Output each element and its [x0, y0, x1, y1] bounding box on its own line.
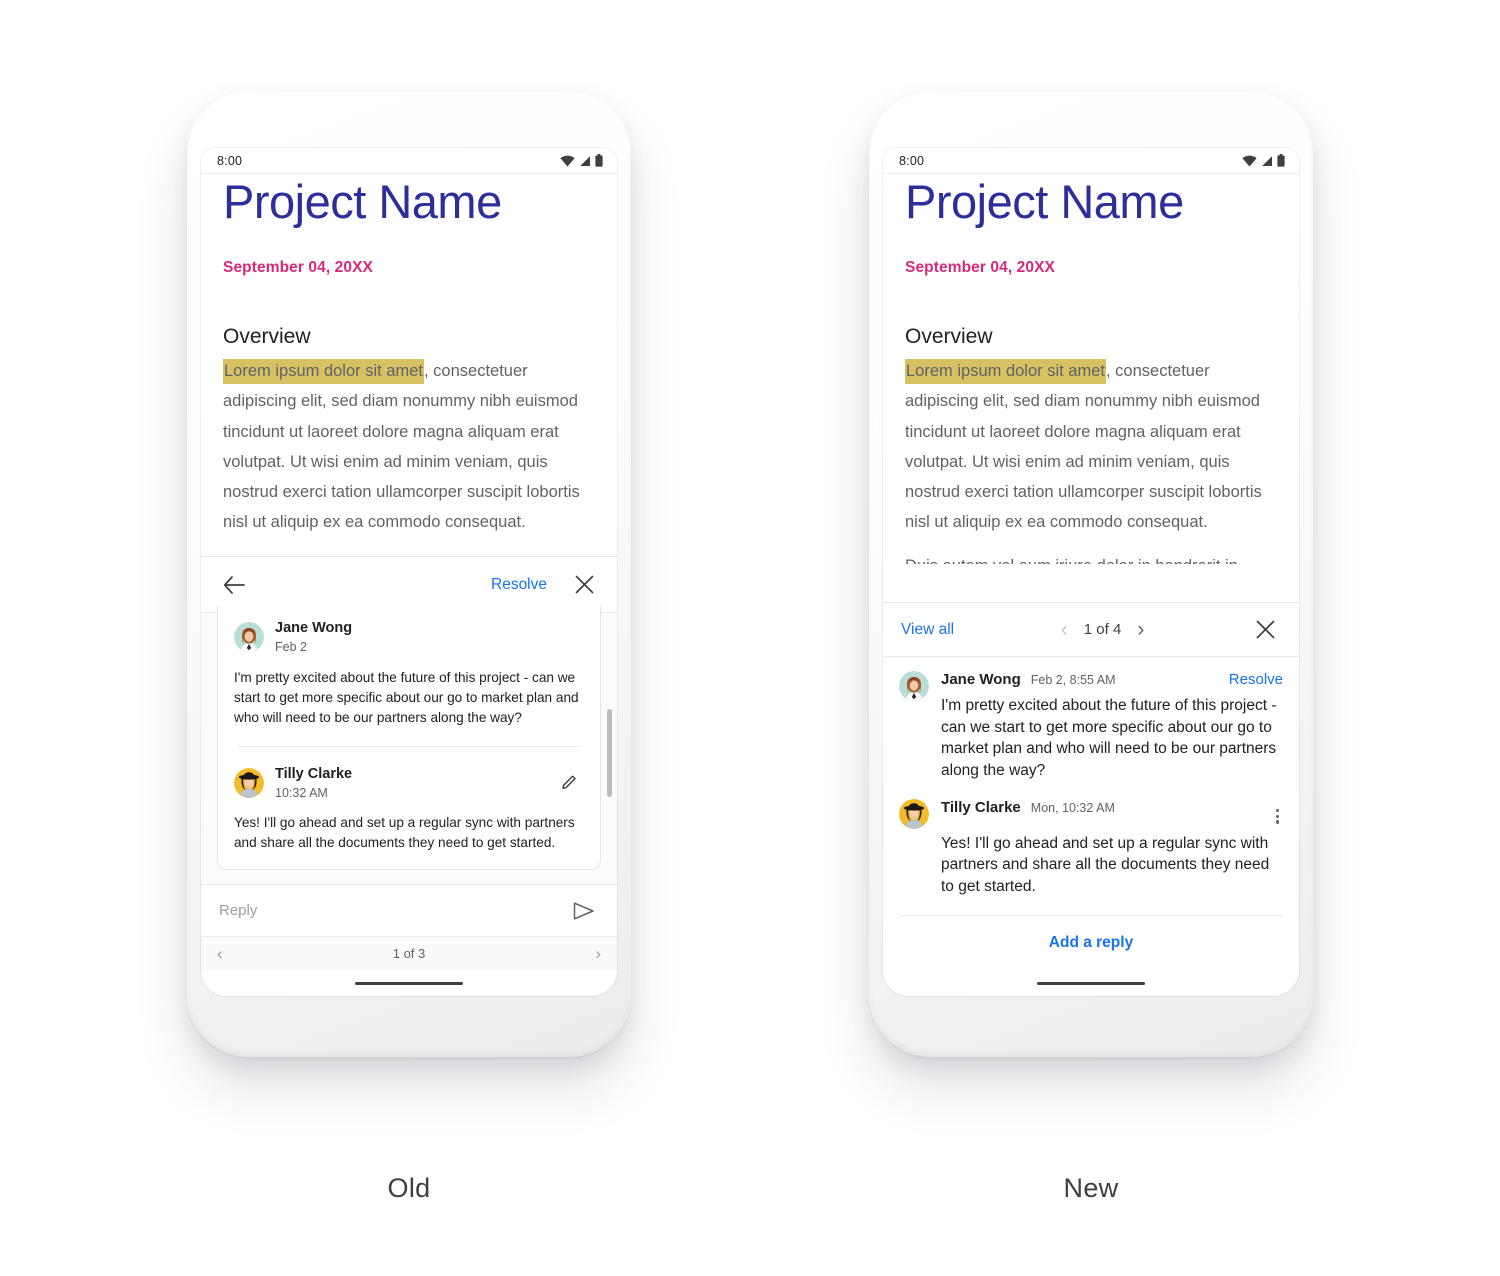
comment-item: Jane Wong Feb 2, 8:55 AM Resolve I'm pre…: [899, 671, 1283, 781]
pager-prev-button[interactable]: ‹: [217, 945, 223, 962]
comment-text: Yes! I'll go ahead and set up a regular …: [941, 834, 1270, 895]
comment-pager-old: ‹ 1 of 3 ›: [201, 936, 617, 970]
document-paragraph: Lorem ipsum dolor sit amet, consectetuer…: [905, 356, 1277, 538]
wifi-icon: [1242, 155, 1257, 166]
pager-prev-button[interactable]: ‹: [1061, 619, 1068, 640]
battery-icon: [595, 154, 603, 167]
phone-screen-old: 8:00 Project Name September 04, 20XX Ove…: [201, 148, 617, 996]
status-bar: 8:00: [201, 148, 617, 174]
home-indicator[interactable]: [355, 981, 463, 985]
comment-sheet-old: Resolve Jane Wong Feb 2 I'm pretty excit…: [201, 556, 617, 970]
signal-icon: [580, 155, 590, 166]
comment-header: Jane Wong Feb 2: [234, 619, 584, 655]
comment-item: Tilly Clarke Mon, 10:32 AM Yes! I'll go …: [899, 799, 1283, 897]
reply-input[interactable]: Reply: [219, 902, 569, 919]
comment-author: Jane Wong: [941, 671, 1021, 689]
comment-author: Tilly Clarke: [941, 799, 1021, 817]
document-title: Project Name: [905, 175, 1184, 228]
comment-divider: [238, 745, 580, 747]
highlighted-comment-anchor[interactable]: Lorem ipsum dolor sit amet: [223, 359, 424, 384]
document-body-new[interactable]: Project Name September 04, 20XX Overview…: [883, 174, 1299, 602]
signal-icon: [1262, 155, 1272, 166]
document-next-paragraph-clipped: Duis autem vel eum iriure dolor in hendr…: [223, 554, 595, 556]
comment-author-meta: Tilly Clarke 10:32 AM: [275, 765, 352, 801]
document-paragraph-rest: , consectetuer adipiscing elit, sed diam…: [223, 362, 580, 532]
comment-author: Jane Wong: [275, 620, 353, 637]
phone-screen-new: 8:00 Project Name September 04, 20XX Ove…: [883, 148, 1299, 996]
phone-frame-new: 8:00 Project Name September 04, 20XX Ove…: [869, 92, 1313, 1057]
comment-meta-row: Tilly Clarke Mon, 10:32 AM: [941, 799, 1283, 825]
add-reply-bar: Add a reply: [899, 915, 1283, 970]
document-date: September 04, 20XX: [905, 259, 1055, 276]
jane-wong-avatar: [234, 622, 264, 653]
document-next-paragraph-clipped: Duis autem vel eum iriure dolor in hendr…: [905, 554, 1277, 564]
close-icon[interactable]: [569, 570, 599, 600]
phone-frame-old: 8:00 Project Name September 04, 20XX Ove…: [187, 92, 631, 1057]
pencil-icon[interactable]: [554, 768, 584, 798]
comment-meta-row: Jane Wong Feb 2, 8:55 AM Resolve: [941, 671, 1283, 688]
comment-timestamp: 10:32 AM: [275, 785, 328, 800]
comparison-stage: 8:00 Project Name September 04, 20XX Ove…: [0, 0, 1500, 1276]
comment-text: I'm pretty excited about the future of t…: [941, 697, 1277, 779]
comment-card: Jane Wong Feb 2 I'm pretty excited about…: [217, 605, 601, 870]
comment-timestamp: Mon, 10:32 AM: [1030, 801, 1115, 816]
more-vert-icon[interactable]: [1272, 807, 1283, 826]
pager-next-button[interactable]: ›: [595, 945, 601, 962]
comment-author: Tilly Clarke: [275, 765, 353, 782]
comment-header: Tilly Clarke 10:32 AM: [234, 765, 584, 801]
back-arrow-icon[interactable]: [219, 570, 249, 600]
send-icon[interactable]: [569, 896, 599, 926]
comment-sheet-new: View all ‹ 1 of 4 › Jane Wong Feb 2, 8:5…: [883, 602, 1299, 970]
home-indicator-area: [883, 970, 1299, 996]
comment-text: Yes! I'll go ahead and set up a regular …: [234, 815, 575, 850]
tilly-clarke-avatar: [234, 767, 264, 798]
status-time: 8:00: [899, 153, 925, 168]
status-icons: [1242, 154, 1285, 167]
old-phone-column: 8:00 Project Name September 04, 20XX Ove…: [174, 92, 644, 1276]
document-paragraph: Lorem ipsum dolor sit amet, consectetuer…: [223, 356, 595, 538]
document-title: Project Name: [223, 175, 502, 228]
document-date: September 04, 20XX: [223, 259, 373, 276]
wifi-icon: [560, 155, 575, 166]
resolve-button-old[interactable]: Resolve: [491, 576, 547, 594]
view-all-button[interactable]: View all: [901, 621, 954, 639]
comment-thread-new[interactable]: Jane Wong Feb 2, 8:55 AM Resolve I'm pre…: [883, 657, 1299, 970]
battery-icon: [1277, 154, 1285, 167]
comment-timestamp: Feb 2: [275, 640, 307, 655]
comment-author-meta: Jane Wong Feb 2: [275, 619, 352, 655]
new-phone-column: 8:00 Project Name September 04, 20XX Ove…: [856, 92, 1326, 1276]
resolve-button-new[interactable]: Resolve: [1229, 671, 1283, 688]
document-heading-overview: Overview: [223, 325, 311, 348]
caption-old: Old: [387, 1173, 431, 1203]
comment-thread-old[interactable]: Jane Wong Feb 2 I'm pretty excited about…: [201, 605, 617, 884]
pager-next-button[interactable]: ›: [1137, 619, 1144, 640]
jane-wong-avatar: [899, 671, 929, 702]
comment-timestamp: Feb 2, 8:55 AM: [1030, 673, 1116, 688]
document-heading-overview: Overview: [905, 325, 993, 348]
pager-label: 1 of 3: [392, 946, 426, 961]
status-time: 8:00: [217, 153, 243, 168]
pager-label: 1 of 4: [1083, 621, 1122, 639]
add-a-reply-button[interactable]: Add a reply: [1049, 934, 1133, 952]
document-body-old[interactable]: Project Name September 04, 20XX Overview…: [201, 174, 617, 556]
home-indicator[interactable]: [1037, 981, 1145, 985]
status-bar: 8:00: [883, 148, 1299, 174]
comment-content: Jane Wong Feb 2, 8:55 AM Resolve I'm pre…: [941, 671, 1283, 781]
thread-scrollbar[interactable]: [607, 709, 612, 798]
caption-new: New: [1063, 1173, 1119, 1203]
comment-sheet-header-new: View all ‹ 1 of 4 ›: [883, 603, 1299, 658]
reply-bar[interactable]: Reply: [201, 884, 617, 936]
close-icon[interactable]: [1251, 615, 1281, 645]
highlighted-comment-anchor[interactable]: Lorem ipsum dolor sit amet: [905, 359, 1106, 384]
comment-content: Tilly Clarke Mon, 10:32 AM Yes! I'll go …: [941, 799, 1283, 897]
status-icons: [560, 154, 603, 167]
tilly-clarke-avatar: [899, 799, 929, 830]
comment-text: I'm pretty excited about the future of t…: [234, 669, 579, 725]
comment-pager-new: ‹ 1 of 4 ›: [1061, 619, 1145, 640]
home-indicator-area: [201, 970, 617, 996]
document-paragraph-rest: , consectetuer adipiscing elit, sed diam…: [905, 362, 1262, 532]
